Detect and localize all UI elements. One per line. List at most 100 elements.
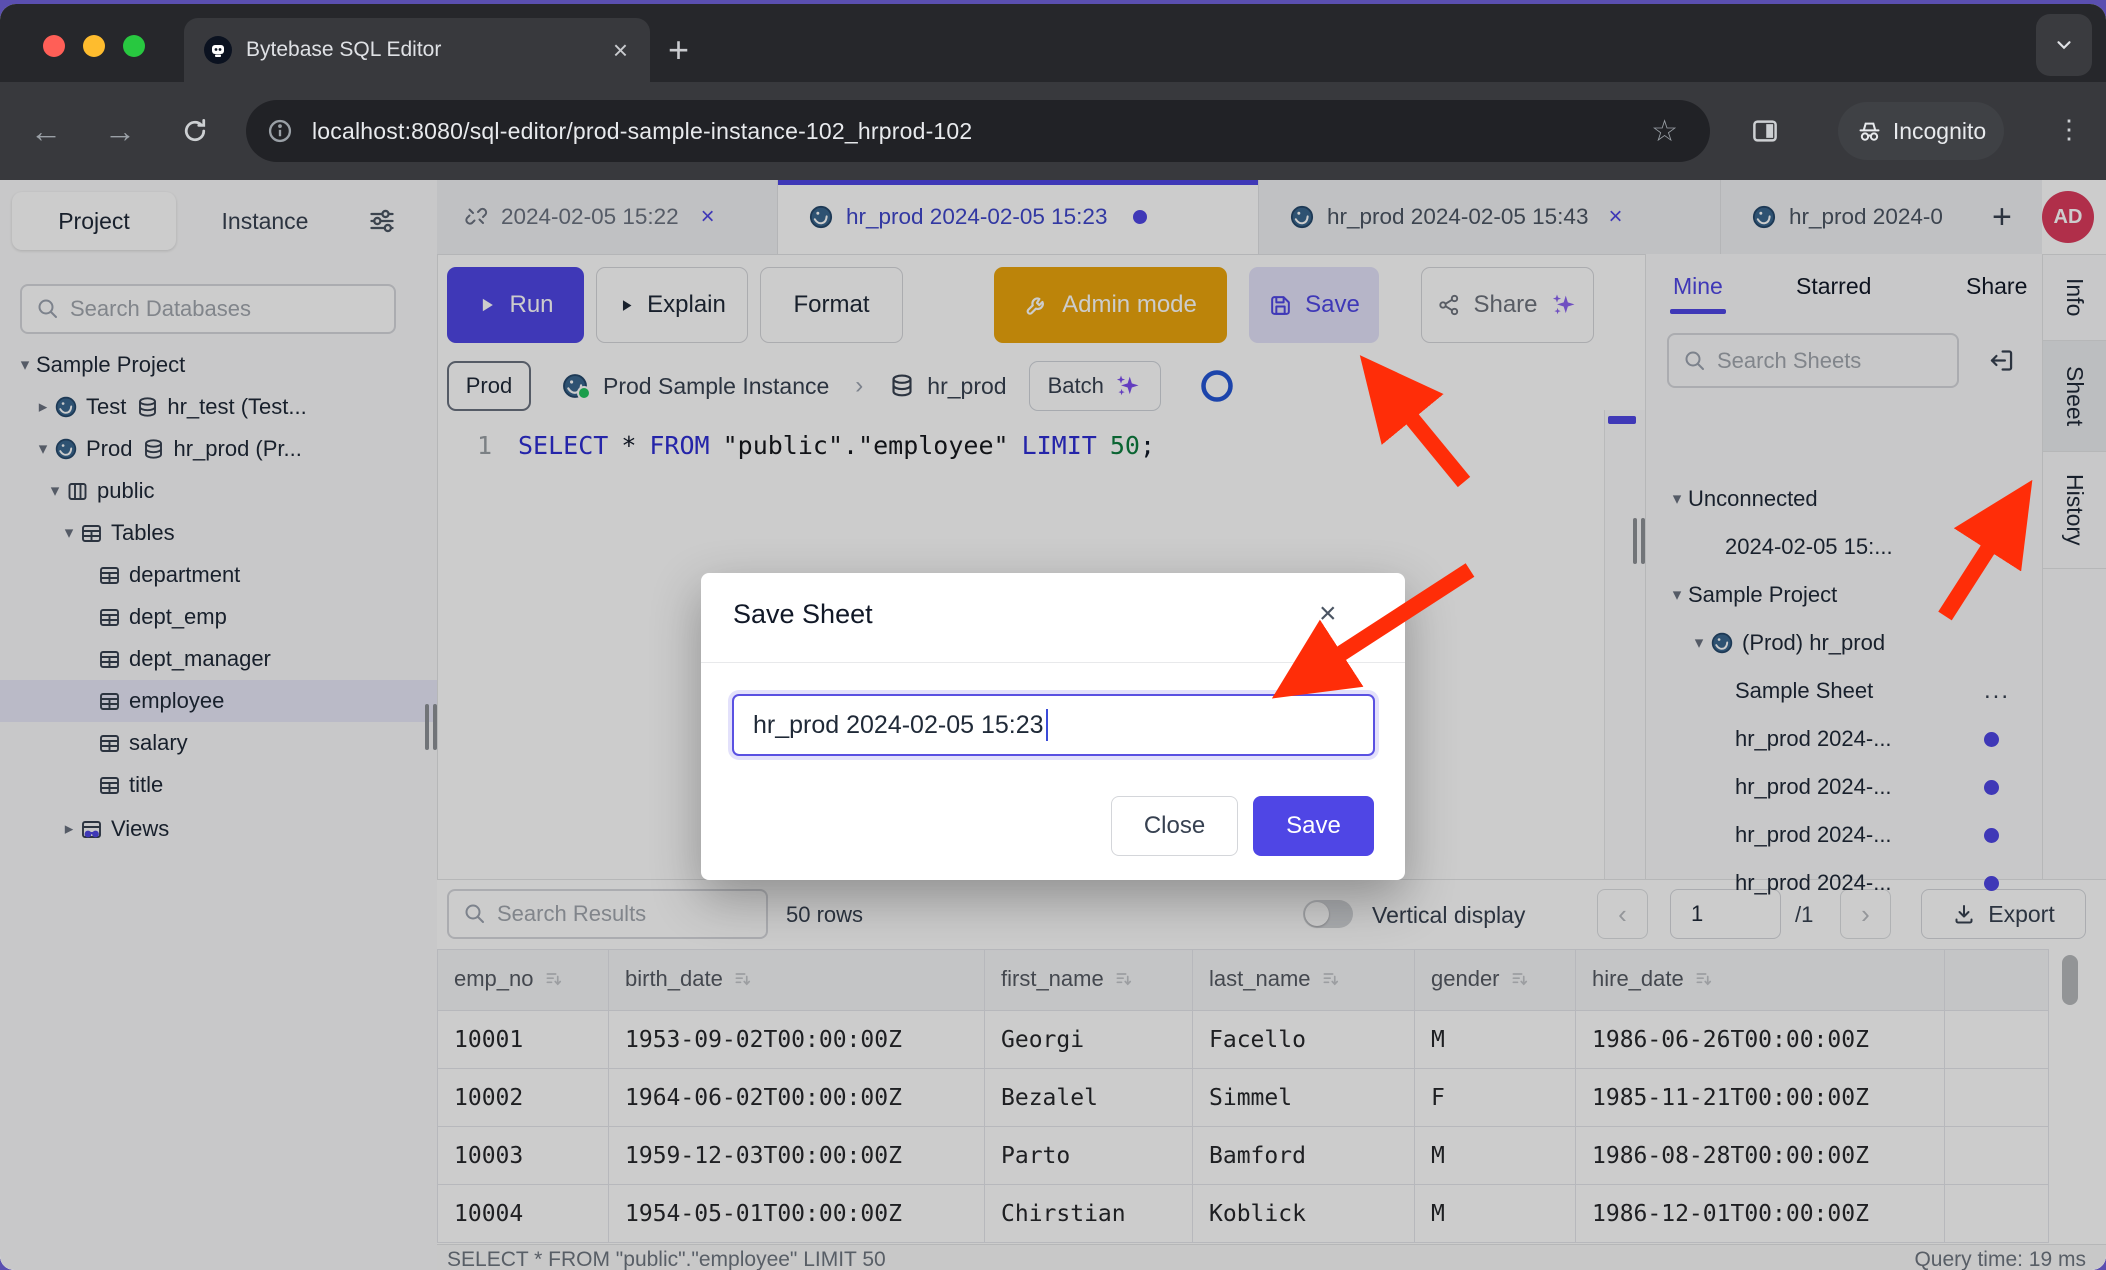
chevron-down-icon[interactable]: ▾ — [1688, 633, 1710, 653]
editor-tab-1[interactable]: 2024-02-05 15:22 × — [437, 180, 778, 254]
search-sheets-input[interactable]: Search Sheets — [1667, 333, 1959, 388]
run-button[interactable]: Run — [447, 267, 584, 343]
sheet-item-sample[interactable]: Sample Sheet ... — [1646, 667, 2042, 715]
prev-page-button[interactable]: ‹ — [1597, 889, 1648, 939]
batch-button[interactable]: Batch — [1029, 361, 1161, 411]
environment-chip[interactable]: Prod — [447, 361, 531, 411]
chevron-down-icon[interactable]: ▾ — [1666, 489, 1688, 509]
tree-node-project[interactable]: ▾ Sample Project — [0, 344, 437, 386]
sort-icon[interactable] — [733, 969, 753, 994]
editor-tab-2-active[interactable]: hr_prod 2024-02-05 15:23 — [778, 180, 1259, 254]
timer-circle-icon[interactable] — [1199, 368, 1235, 404]
tree-node-table-department[interactable]: department — [0, 554, 437, 596]
browser-new-tab-button[interactable]: + — [668, 32, 689, 68]
sidebar-tab-project[interactable]: Project — [12, 192, 176, 250]
site-info-icon[interactable] — [266, 117, 294, 145]
table-scrollbar-thumb[interactable] — [2062, 955, 2078, 1005]
sort-icon[interactable] — [544, 969, 564, 994]
sort-icon[interactable] — [1510, 969, 1530, 994]
column-header[interactable]: first_name — [985, 950, 1193, 1011]
split-screen-icon[interactable] — [1750, 116, 1780, 146]
sheet-group-database[interactable]: ▾ (Prod) hr_prod — [1646, 619, 2042, 667]
column-header[interactable]: gender — [1415, 950, 1576, 1011]
tab-info[interactable]: Info — [2043, 254, 2106, 341]
browser-menu-icon[interactable]: ⋮ — [2056, 114, 2082, 145]
chevron-down-icon[interactable]: ▾ — [44, 481, 66, 501]
sheet-item[interactable]: hr_prod 2024-... — [1646, 715, 2042, 763]
tree-node-schema-public[interactable]: ▾ public — [0, 470, 437, 512]
dialog-save-button[interactable]: Save — [1253, 796, 1374, 856]
table-row[interactable]: 100041954-05-01T00:00:00ZChirstianKoblic… — [438, 1185, 2049, 1243]
filter-sliders-icon[interactable] — [368, 207, 396, 235]
table-row[interactable]: 100021964-06-02T00:00:00ZBezalelSimmelF1… — [438, 1069, 2049, 1127]
more-options-icon[interactable]: ... — [1984, 677, 2010, 705]
editor-tab-3[interactable]: hr_prod 2024-02-05 15:43 × — [1259, 180, 1721, 254]
sidebar-tab-instance[interactable]: Instance — [200, 192, 330, 250]
column-header[interactable]: birth_date — [609, 950, 985, 1011]
sheet-item[interactable]: hr_prod 2024-... — [1646, 859, 2042, 907]
tree-node-table-title[interactable]: title — [0, 764, 437, 806]
admin-mode-button[interactable]: Admin mode — [994, 267, 1227, 343]
chevron-down-icon[interactable]: ▾ — [14, 355, 36, 375]
tab-sheet[interactable]: Sheet — [2043, 341, 2106, 452]
dialog-close-icon[interactable]: × — [1319, 599, 1337, 629]
traffic-minimize-button[interactable] — [83, 35, 105, 57]
traffic-zoom-button[interactable] — [123, 35, 145, 57]
table-row[interactable]: 100011953-09-02T00:00:00ZGeorgiFacelloM1… — [438, 1011, 2049, 1069]
address-bar[interactable]: localhost:8080/sql-editor/prod-sample-in… — [246, 100, 1710, 162]
reload-icon[interactable] — [180, 116, 210, 146]
tree-node-table-salary[interactable]: salary — [0, 722, 437, 764]
browser-tab-close-icon[interactable]: × — [613, 35, 628, 66]
save-button[interactable]: Save — [1249, 267, 1379, 343]
tree-node-table-dept-manager[interactable]: dept_manager — [0, 638, 437, 680]
chevron-right-icon[interactable]: ▸ — [32, 397, 54, 417]
sort-icon[interactable] — [1694, 969, 1714, 994]
sheet-tab-starred[interactable]: Starred — [1796, 262, 1871, 310]
format-button[interactable]: Format — [760, 267, 903, 343]
search-databases-input[interactable]: Search Databases — [20, 284, 396, 334]
import-sheet-icon[interactable] — [1988, 347, 2015, 374]
chevron-right-icon[interactable]: ▸ — [58, 819, 80, 839]
sheet-tab-mine[interactable]: Mine — [1673, 262, 1723, 310]
editor-tab-4[interactable]: hr_prod 2024-0 — [1721, 180, 1968, 254]
close-tab-icon[interactable]: × — [701, 203, 715, 231]
tree-node-prod-db[interactable]: ▾ Prod hr_prod (Pr... — [0, 428, 437, 470]
sheet-item[interactable]: 2024-02-05 15:... — [1646, 523, 2042, 571]
sheet-tab-share[interactable]: Share — [1966, 262, 2027, 310]
sheet-group-project[interactable]: ▾ Sample Project — [1646, 571, 2042, 619]
column-header[interactable]: last_name — [1193, 950, 1415, 1011]
tab-search-chevron-button[interactable] — [2036, 14, 2092, 76]
traffic-close-button[interactable] — [43, 35, 65, 57]
tree-node-table-dept-emp[interactable]: dept_emp — [0, 596, 437, 638]
sidebar-resize-handle[interactable] — [425, 704, 441, 755]
chevron-down-icon[interactable]: ▾ — [1666, 585, 1688, 605]
bookmark-star-icon[interactable]: ☆ — [1651, 114, 1678, 149]
editor-scrollbar[interactable] — [1604, 410, 1646, 879]
tab-history[interactable]: History — [2043, 452, 2106, 569]
instance-name[interactable]: Prod Sample Instance — [603, 373, 829, 400]
back-icon[interactable]: ← — [30, 113, 62, 150]
column-header[interactable]: hire_date — [1576, 950, 1945, 1011]
chevron-down-icon[interactable]: ▾ — [32, 439, 54, 459]
sheet-group-unconnected[interactable]: ▾ Unconnected — [1646, 475, 2042, 523]
database-name[interactable]: hr_prod — [927, 373, 1006, 400]
sort-icon[interactable] — [1321, 969, 1341, 994]
column-header[interactable]: emp_no — [438, 950, 609, 1011]
sql-editor-line[interactable]: 1 SELECT * FROM "public"."employee" LIMI… — [437, 423, 1605, 467]
sheet-item[interactable]: hr_prod 2024-... — [1646, 763, 2042, 811]
browser-tab[interactable]: Bytebase SQL Editor × — [184, 18, 650, 82]
sheet-item[interactable]: hr_prod 2024-... — [1646, 811, 2042, 859]
dialog-close-button[interactable]: Close — [1111, 796, 1238, 856]
explain-button[interactable]: Explain — [596, 267, 748, 343]
chevron-down-icon[interactable]: ▾ — [58, 523, 80, 543]
sort-icon[interactable] — [1114, 969, 1134, 994]
table-row[interactable]: 100031959-12-03T00:00:00ZPartoBamfordM19… — [438, 1127, 2049, 1185]
share-button[interactable]: Share — [1421, 267, 1594, 343]
sheet-name-input[interactable]: hr_prod 2024-02-05 15:23 — [732, 694, 1375, 756]
new-sheet-tab-button[interactable]: + — [1968, 180, 2012, 254]
close-tab-icon[interactable]: × — [1608, 203, 1622, 231]
forward-icon[interactable]: → — [104, 113, 136, 150]
search-results-input[interactable]: Search Results — [447, 889, 768, 939]
avatar[interactable]: AD — [2042, 191, 2094, 243]
tree-node-tables[interactable]: ▾ Tables — [0, 512, 437, 554]
